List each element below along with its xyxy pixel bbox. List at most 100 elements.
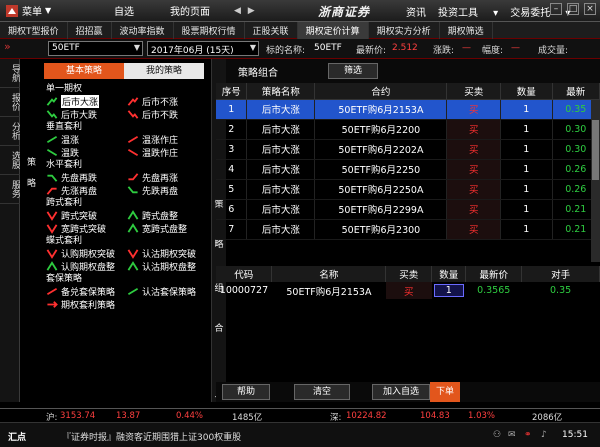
strategy-item[interactable]: 备兑套保策略	[46, 285, 127, 298]
person-icon[interactable]: ⚇	[493, 430, 501, 440]
row-side[interactable]: 买	[446, 99, 501, 120]
col-qty[interactable]: 数量	[500, 83, 553, 100]
row-side[interactable]: 买	[446, 119, 501, 140]
link-icon[interactable]: ⚭	[524, 430, 532, 440]
mail-icon[interactable]: ✉	[508, 430, 516, 440]
row-side[interactable]: 买	[446, 199, 501, 220]
strategy-item[interactable]: 温涨作庄	[127, 133, 208, 146]
tab-underlying-link[interactable]: 正股关联	[245, 22, 298, 39]
order-col-code[interactable]: 代码	[216, 266, 273, 282]
tab-options-filter[interactable]: 期权筛选	[440, 22, 493, 39]
news-ticker[interactable]: 『证券时报』融资客近期围猎上证300权重股	[62, 430, 241, 443]
table-row[interactable]: 1 后市大涨 50ETF购6月2153A 买 1 0.35	[216, 99, 600, 120]
nav-favorites[interactable]: 自选	[96, 3, 152, 18]
tab-stock-options[interactable]: 股票期权行情	[174, 22, 245, 39]
app-logo-icon	[6, 4, 18, 17]
tab-my-strategy[interactable]: 我的策略	[124, 63, 204, 79]
scroll-thumb[interactable]	[592, 120, 599, 180]
table-row[interactable]: 6 后市大涨 50ETF购6月2299A 买 1 0.21	[216, 199, 600, 220]
col-last[interactable]: 最新	[552, 83, 600, 100]
order-col-counter[interactable]: 对手	[521, 266, 600, 282]
main-menu-button[interactable]: 菜单 ▼	[0, 3, 96, 18]
order-side[interactable]: 买	[385, 282, 432, 299]
table-row[interactable]: 2 后市大涨 50ETF购6月2200 买 1 0.30	[216, 119, 600, 140]
sh-index: 3153.74	[60, 411, 96, 421]
side-nav-stock-pick[interactable]: 选股	[0, 146, 20, 175]
col-side[interactable]: 买卖	[446, 83, 501, 100]
strategy-item[interactable]: 认购期权盘整	[46, 260, 127, 273]
nav-news[interactable]: 资讯	[406, 4, 426, 19]
help-button[interactable]: 帮助	[222, 384, 270, 400]
nav-my-pages[interactable]: 我的页面	[152, 3, 228, 18]
strategy-item[interactable]: 后市大跌	[46, 108, 127, 121]
row-side[interactable]: 买	[446, 179, 501, 200]
row-no: 4	[216, 159, 248, 180]
quantity-input[interactable]: 1	[433, 284, 464, 297]
expiry-dropdown[interactable]: 2017年06月 (15天) ▼	[147, 41, 259, 56]
up-small-trend-icon	[46, 135, 58, 144]
strategy-item[interactable]: 宽跨式盘整	[127, 222, 208, 235]
order-row[interactable]: 10000727 50ETF购6月2153A 买 1 0.3565 0.35	[216, 282, 600, 299]
strategy-item[interactable]: 先盘再涨	[127, 171, 208, 184]
row-side[interactable]: 买	[446, 219, 501, 240]
strategy-item[interactable]: 期权套利策略	[46, 298, 127, 311]
row-side[interactable]: 买	[446, 159, 501, 180]
strategy-item[interactable]: 先跌再盘	[127, 184, 208, 197]
order-col-side[interactable]: 买卖	[385, 266, 433, 282]
strategy-item[interactable]: 后市不跌	[127, 108, 208, 121]
strategy-item[interactable]: 后市不涨	[127, 95, 208, 108]
table-row[interactable]: 7 后市大涨 50ETF购6月2300 买 1 0.21	[216, 219, 600, 240]
table-row[interactable]: 3 后市大涨 50ETF购6月2202A 买 1 0.30	[216, 139, 600, 160]
col-contract[interactable]: 合约	[314, 83, 448, 100]
row-no: 6	[216, 199, 248, 220]
tab-options-analysis[interactable]: 期权实方分析	[369, 22, 440, 39]
combo-scrollbar[interactable]	[591, 100, 600, 262]
minimize-icon[interactable]: –	[550, 3, 562, 15]
strategy-item[interactable]: 认沽套保策略	[127, 285, 208, 298]
order-col-qty[interactable]: 数量	[431, 266, 467, 282]
table-row[interactable]: 5 后市大涨 50ETF购6月2250A 买 1 0.26	[216, 179, 600, 200]
strategy-item[interactable]: 宽跨式突破	[46, 222, 127, 235]
strategy-item[interactable]: 跨式盘整	[127, 209, 208, 222]
strategy-item[interactable]: 跨式突破	[46, 209, 127, 222]
tab-t-quote[interactable]: 期权T型报价	[0, 22, 68, 39]
strategy-item[interactable]: 认沽期权突破	[127, 247, 208, 260]
tab-pricing-calc[interactable]: 期权定价计算	[297, 22, 369, 39]
side-nav-service[interactable]: 服务	[0, 175, 20, 204]
side-nav-quote[interactable]: 报价	[0, 88, 20, 117]
nav-tools[interactable]: 投资工具 ▾	[438, 4, 498, 19]
chevron-down-icon: ▼	[249, 43, 256, 52]
close-icon[interactable]: ×	[584, 3, 596, 15]
chevron-double-right-icon[interactable]: »	[4, 40, 11, 53]
strategy-item[interactable]: 后市大涨	[46, 95, 127, 108]
table-row[interactable]: 4 后市大涨 50ETF购6月2250 买 1 0.26	[216, 159, 600, 180]
side-nav-analysis[interactable]: 分析	[0, 117, 20, 146]
strategy-item[interactable]: 温涨	[46, 133, 127, 146]
strategy-item[interactable]: 温跌	[46, 146, 127, 159]
side-nav-guide[interactable]: 导航	[0, 59, 20, 88]
maximize-icon[interactable]: □	[567, 3, 579, 15]
filter-button[interactable]: 筛选	[328, 63, 378, 79]
tab-zhaozhaoying[interactable]: 招招赢	[68, 22, 112, 39]
strategy-item[interactable]: 温跌作庄	[127, 146, 208, 159]
tab-volatility-index[interactable]: 波动率指数	[112, 22, 174, 39]
col-strategy[interactable]: 策略名称	[246, 83, 316, 100]
strategy-item[interactable]: 认沽期权盘整	[127, 260, 208, 273]
underlying-dropdown[interactable]: 50ETF ▼	[48, 41, 143, 56]
add-favorite-button[interactable]: 加入自选	[372, 384, 430, 400]
bell-icon[interactable]: ♪	[541, 430, 547, 440]
order-col-last[interactable]: 最新价	[465, 266, 523, 282]
strategy-item[interactable]: 先涨再盘	[46, 184, 127, 197]
tab-basic-strategy[interactable]: 基本策略	[44, 63, 124, 79]
col-no[interactable]: 序号	[216, 83, 248, 100]
row-no: 2	[216, 119, 248, 140]
strategy-item[interactable]: 认购期权突破	[46, 247, 127, 260]
row-side[interactable]: 买	[446, 139, 501, 160]
strategy-item-label: 温跌	[61, 149, 80, 159]
strategy-item[interactable]: 先盘再跌	[46, 171, 127, 184]
clear-button[interactable]: 清空	[294, 384, 350, 400]
place-order-button[interactable]: 下单	[430, 382, 460, 402]
strategy-item-label: 后市不跌	[142, 111, 179, 121]
nav-arrows[interactable]: ◀ ▶	[228, 6, 263, 16]
order-col-name[interactable]: 名称	[271, 266, 387, 282]
